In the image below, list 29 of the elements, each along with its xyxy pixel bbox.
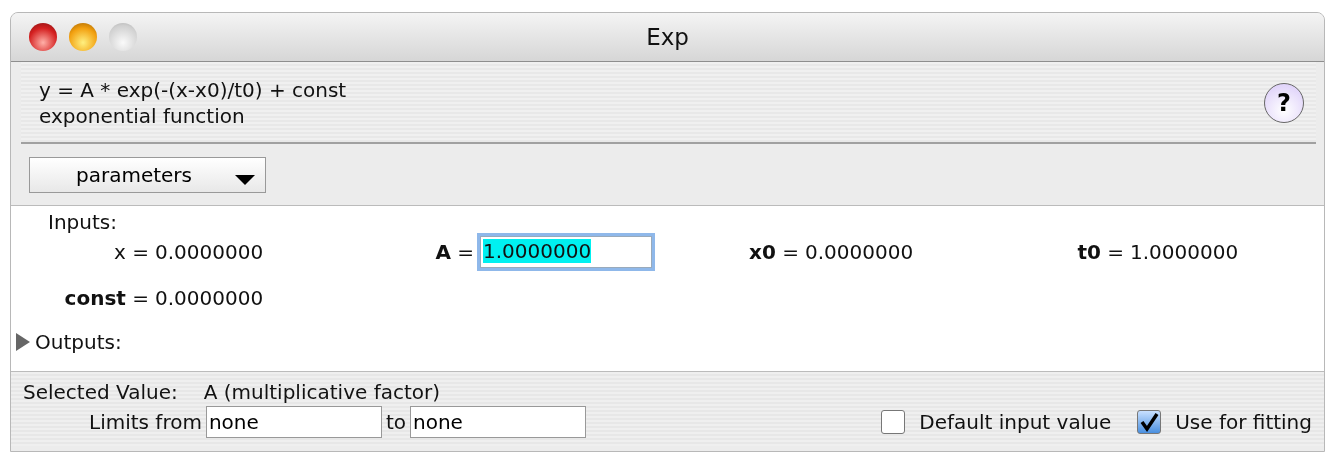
limit-from-field[interactable]: none bbox=[205, 406, 382, 438]
inputs-heading: Inputs: bbox=[48, 210, 117, 234]
parameter-field[interactable]: 1.0000000 bbox=[480, 236, 652, 268]
parameter-label: A = bbox=[434, 240, 474, 264]
description-text: exponential function bbox=[39, 103, 246, 129]
parameter-label: x = bbox=[113, 240, 149, 264]
selected-value-text: A (multiplicative factor) bbox=[203, 380, 441, 404]
window-title: Exp bbox=[646, 24, 689, 50]
parameter-label: t0 = bbox=[1076, 240, 1124, 264]
parameter-value: 0.0000000 bbox=[155, 286, 264, 310]
parameter-value: 1.0000000 bbox=[1130, 240, 1239, 264]
parameter-value: 0.0000000 bbox=[805, 240, 914, 264]
close-button[interactable] bbox=[29, 23, 57, 51]
parameter-label: x0 = bbox=[748, 240, 799, 264]
limits-label: Limits from bbox=[89, 410, 202, 434]
checkbox-label[interactable]: Use for fitting bbox=[1175, 410, 1312, 434]
limit-to-field[interactable]: none bbox=[410, 406, 586, 438]
view-dropdown[interactable]: parameters bbox=[29, 157, 266, 193]
limits-to-label: to bbox=[385, 410, 406, 434]
checkbox[interactable] bbox=[1137, 410, 1162, 434]
parameter-label: const = bbox=[63, 286, 149, 310]
help-button[interactable]: ? bbox=[1264, 83, 1304, 123]
selected-value-label: Selected Value: bbox=[23, 380, 178, 404]
outputs-heading[interactable]: Outputs: bbox=[35, 330, 122, 354]
formula-text: y = A * exp(-(x-x0)/t0) + const bbox=[39, 77, 347, 103]
checkbox[interactable] bbox=[881, 410, 906, 434]
caret-icon bbox=[235, 175, 255, 185]
checkbox-label[interactable]: Default input value bbox=[919, 410, 1112, 434]
parameter-value: 0.0000000 bbox=[155, 240, 264, 264]
